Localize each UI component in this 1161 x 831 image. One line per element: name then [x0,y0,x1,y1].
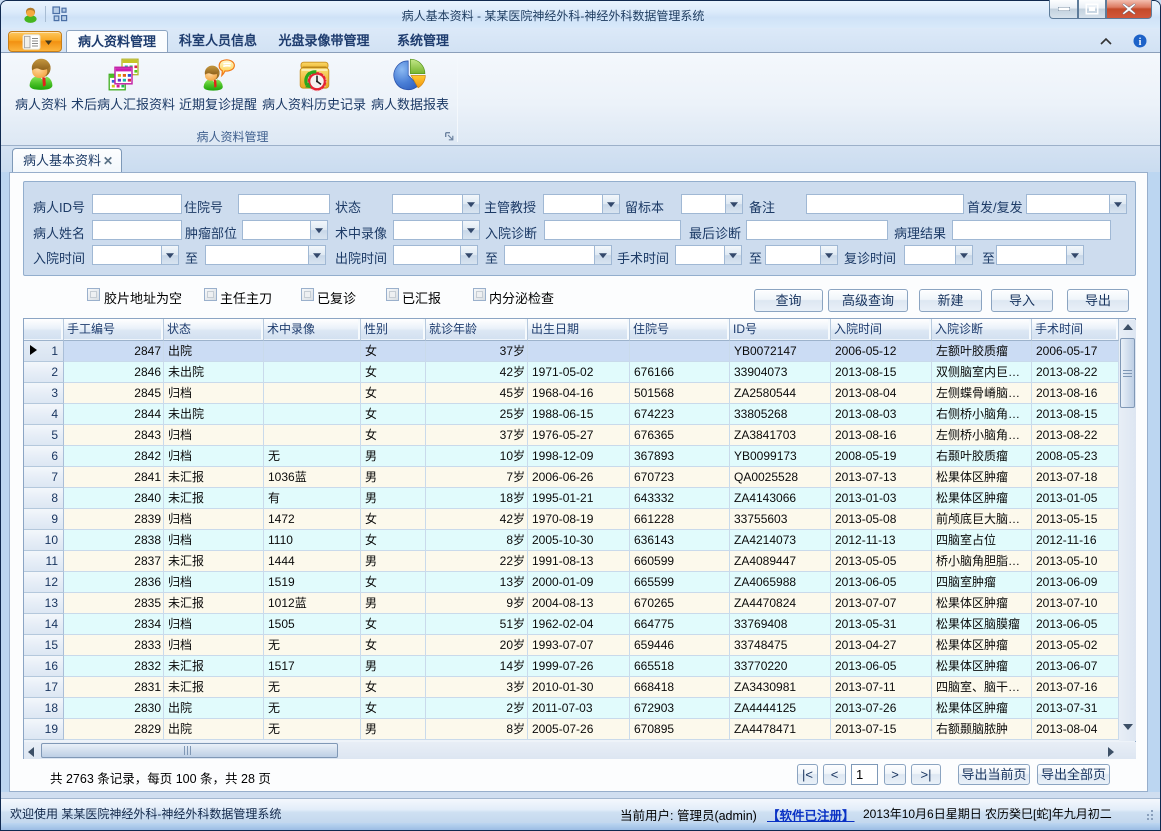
svg-text:i: i [1139,37,1142,48]
